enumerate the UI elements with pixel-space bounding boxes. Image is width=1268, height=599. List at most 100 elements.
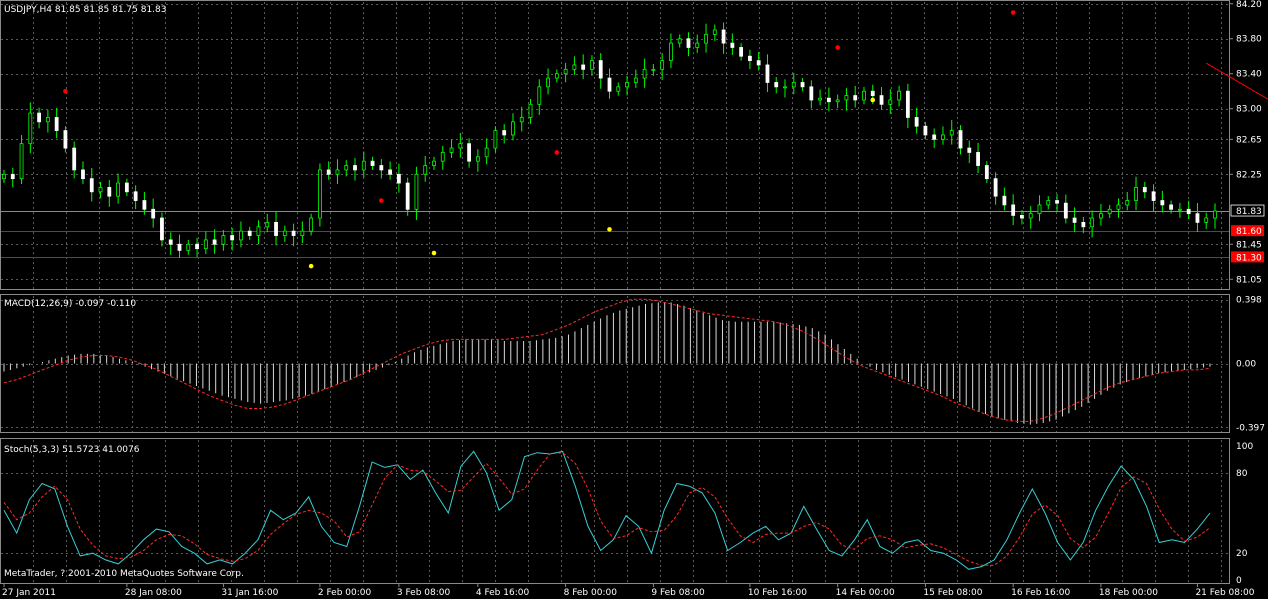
time-tick-label: 9 Feb 08:00 xyxy=(651,588,705,598)
candle-body xyxy=(19,143,24,180)
macd-axis: 0.398 0.00 -0.397 xyxy=(1236,296,1265,434)
candle-body xyxy=(800,82,805,88)
candle-body xyxy=(54,117,59,131)
candle-body xyxy=(941,134,945,140)
red-dot xyxy=(835,45,840,50)
candlesticks xyxy=(2,22,1217,258)
stoch-axis: 100 80 20 0 xyxy=(1236,442,1253,586)
candle-body xyxy=(414,173,419,210)
candle-body xyxy=(1186,208,1191,215)
candle-body xyxy=(1002,195,1007,206)
candle-body xyxy=(37,112,42,123)
candle-body xyxy=(958,130,963,149)
candle-body xyxy=(361,160,366,171)
candle-body xyxy=(124,182,129,193)
time-tick-label: 31 Jan 16:00 xyxy=(221,588,278,598)
candle-body xyxy=(862,90,866,101)
time-tick-label: 18 Feb 00:00 xyxy=(1099,588,1158,598)
candle-body xyxy=(116,182,120,197)
candle-body xyxy=(63,130,68,149)
macd-tick-label: -0.397 xyxy=(1236,423,1265,433)
candle-body xyxy=(177,243,182,251)
candle-body xyxy=(528,103,533,118)
stoch-tick-label: 80 xyxy=(1236,469,1248,479)
candle-body xyxy=(370,160,375,166)
candle-body xyxy=(695,42,700,48)
candle-body xyxy=(712,29,717,35)
candle-body xyxy=(239,230,243,241)
candle-body xyxy=(923,125,928,136)
candle-body xyxy=(1011,204,1016,216)
candle-body xyxy=(326,169,331,175)
candle-body xyxy=(1177,208,1182,211)
copyright-label: MetaTrader, ? 2001-2010 MetaQuotes Softw… xyxy=(4,569,244,579)
red-dot xyxy=(554,150,560,155)
price-tick-label: 81.05 xyxy=(1236,275,1262,285)
horizontal-lines[interactable] xyxy=(1,211,1229,258)
candle-body xyxy=(853,95,858,101)
candle-body xyxy=(2,173,6,180)
red-dot xyxy=(63,88,68,94)
stoch-panel-frame xyxy=(0,438,1230,584)
candle-body xyxy=(344,165,349,171)
candle-body xyxy=(721,29,726,44)
candle-body xyxy=(1099,213,1103,219)
red-dot xyxy=(379,198,384,203)
time-tick-label: 28 Jan 08:00 xyxy=(125,588,182,598)
candle-body xyxy=(598,60,603,79)
candle-body xyxy=(554,73,559,79)
candle-body xyxy=(511,121,515,136)
candle-body xyxy=(45,117,50,123)
candle-body xyxy=(976,152,980,166)
candle-body xyxy=(625,82,629,88)
price-tick-label: 81.45 xyxy=(1236,240,1262,250)
candle-body xyxy=(309,217,314,232)
time-tick-label: 4 Feb 16:00 xyxy=(476,588,530,598)
candle-body xyxy=(616,86,621,92)
candle-body xyxy=(396,173,401,184)
candle-body xyxy=(318,169,322,219)
candle-body xyxy=(10,173,15,180)
time-axis: 27 Jan 2011 28 Jan 08:00 31 Jan 16:00 2 Feb… xyxy=(2,584,1255,598)
candle-body xyxy=(230,235,235,241)
candle-body xyxy=(256,226,261,236)
candle-body xyxy=(1072,217,1077,223)
candle-body xyxy=(1055,200,1059,204)
candle-body xyxy=(186,243,191,251)
candle-body xyxy=(1020,215,1024,219)
candle-body xyxy=(502,130,507,136)
candle-body xyxy=(879,95,884,105)
candle-body xyxy=(686,38,691,48)
stoch-tick-label: 20 xyxy=(1236,549,1248,559)
candle-body xyxy=(677,38,682,44)
candle-body xyxy=(89,178,94,193)
candle-body xyxy=(704,33,708,44)
candle-body xyxy=(467,143,471,162)
candle-body xyxy=(142,200,147,210)
candle-body xyxy=(818,97,823,101)
time-tick-label: 15 Feb 08:00 xyxy=(923,588,982,598)
chart-window: 84.20 83.80 83.40 83.00 82.65 82.25 81.45 81.05… xyxy=(0,0,1268,599)
candle-body xyxy=(493,130,498,149)
candle-body xyxy=(835,99,840,103)
candle-body xyxy=(282,230,287,236)
candle-body xyxy=(72,147,77,171)
candle-body xyxy=(405,182,410,210)
candle-body xyxy=(98,187,103,193)
price-tick-label: 83.40 xyxy=(1236,70,1262,80)
candle-body xyxy=(1107,208,1112,215)
candle-body xyxy=(1063,202,1068,219)
candle-body xyxy=(651,68,656,71)
candle-body xyxy=(107,187,112,197)
candle-body xyxy=(300,230,305,236)
candle-body xyxy=(730,42,735,48)
chart-canvas[interactable]: 84.20 83.80 83.40 83.00 82.65 82.25 81.45 81.05… xyxy=(0,0,1268,599)
candle-body xyxy=(669,42,673,61)
current-price-label: 81.83 xyxy=(1236,207,1262,217)
candle-body xyxy=(247,230,252,236)
candle-body xyxy=(335,169,340,175)
candle-body xyxy=(388,169,393,175)
red-dot xyxy=(1010,10,1016,15)
symbol-label: USDJPY,H4 81.85 81.85 81.75 81.83 xyxy=(4,5,167,15)
macd-histogram xyxy=(3,302,1211,425)
